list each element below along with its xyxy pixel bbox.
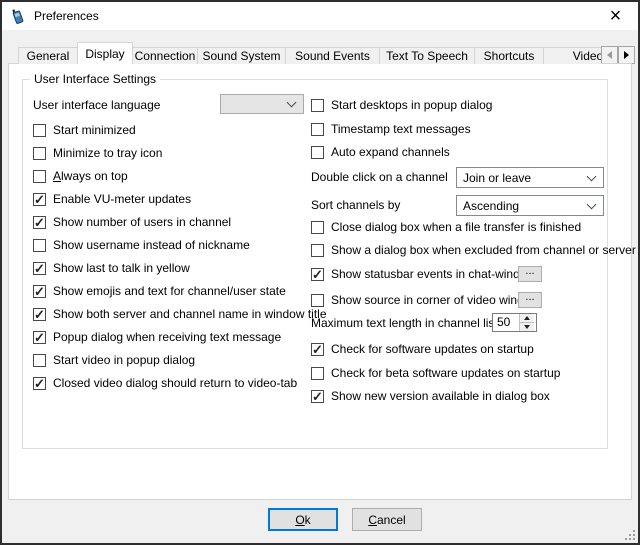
checkbox-closed-video-return[interactable]: Closed video dialog should return to vid… [33,374,297,392]
checkbox-box [311,221,324,234]
tab-bar: General Display Connection Sound System … [18,42,601,64]
checkbox-box [33,285,46,298]
double-click-select[interactable]: Join or leave [456,167,604,188]
checkbox-box [311,294,324,307]
checkbox-start-desktops-popup[interactable]: Start desktops in popup dialog [311,96,492,114]
resize-grip[interactable] [624,529,635,540]
spinner-down-button[interactable] [520,323,534,331]
sort-channels-select[interactable]: Ascending [456,195,604,216]
checkbox-box [33,216,46,229]
group-title: User Interface Settings [30,72,160,86]
checkbox-show-emojis[interactable]: Show emojis and text for channel/user st… [33,282,286,300]
max-text-length-label: Maximum text length in channel list [311,314,498,332]
statusbar-events-browse-button[interactable]: ... [518,266,542,282]
checkbox-show-new-version[interactable]: Show new version available in dialog box [311,387,550,405]
checkbox-show-server-channel-title[interactable]: Show both server and channel name in win… [33,305,327,323]
checkbox-box [33,124,46,137]
tab-connection[interactable]: Connection [132,47,198,64]
checkbox-box [33,193,46,206]
checkbox-popup-dialog-text-message[interactable]: Popup dialog when receiving text message [33,328,281,346]
language-select[interactable] [220,94,304,114]
checkbox-box [311,343,324,356]
checkbox-box [311,123,324,136]
checkbox-box [33,262,46,275]
tab-shortcuts[interactable]: Shortcuts [474,47,544,64]
chevron-down-icon [587,171,597,181]
checkbox-box [33,377,46,390]
spinner-up-button[interactable] [520,314,534,323]
max-text-length-spinner[interactable]: 50 [492,313,537,332]
checkbox-show-dialog-excluded[interactable]: Show a dialog box when excluded from cha… [311,241,636,259]
checkbox-always-on-top[interactable]: Always on top [33,167,128,185]
triangle-right-icon [624,51,629,59]
checkbox-show-last-to-talk[interactable]: Show last to talk in yellow [33,259,190,277]
tab-sound-events[interactable]: Sound Events [285,47,380,64]
chevron-down-icon [287,98,297,108]
checkbox-show-username[interactable]: Show username instead of nickname [33,236,250,254]
checkbox-box [33,147,46,160]
checkbox-show-source-video[interactable]: Show source in corner of video window [311,291,539,309]
close-icon[interactable]: × [593,2,638,30]
tab-scroll-right-button[interactable] [618,46,635,64]
tab-text-to-speech[interactable]: Text To Speech [379,47,475,64]
checkbox-statusbar-events[interactable]: Show statusbar events in chat-window [311,265,535,283]
language-label: User interface language [33,96,160,114]
checkbox-minimize-to-tray[interactable]: Minimize to tray icon [33,144,162,162]
tab-video[interactable]: Video [543,47,601,64]
tab-display[interactable]: Display [77,42,133,64]
checkbox-box [311,367,324,380]
checkbox-check-updates[interactable]: Check for software updates on startup [311,340,534,358]
checkbox-start-video-popup[interactable]: Start video in popup dialog [33,351,195,369]
spinner-value[interactable]: 50 [493,314,519,331]
triangle-down-icon [524,325,530,329]
checkbox-check-beta-updates[interactable]: Check for beta software updates on start… [311,364,560,382]
tab-scroll-left-button[interactable] [601,46,618,64]
checkbox-close-dialog-file-transfer[interactable]: Close dialog box when a file transfer is… [311,218,581,236]
triangle-left-icon [607,51,612,59]
ok-button[interactable]: Ok [268,508,338,531]
tab-sound-system[interactable]: Sound System [197,47,286,64]
checkbox-box [311,99,324,112]
checkbox-auto-expand-channels[interactable]: Auto expand channels [311,143,450,161]
video-source-browse-button[interactable]: ... [518,292,542,308]
checkbox-show-number-of-users[interactable]: Show number of users in channel [33,213,231,231]
checkbox-box [311,146,324,159]
double-click-label: Double click on a channel [311,168,448,186]
sort-channels-label: Sort channels by [311,196,400,214]
chevron-down-icon [587,199,597,209]
preferences-dialog: Preferences × General Display Connection… [0,0,640,545]
cancel-button[interactable]: Cancel [352,508,422,531]
app-icon [10,8,26,24]
triangle-up-icon [524,316,530,320]
tab-general[interactable]: General [18,47,78,64]
checkbox-box [33,331,46,344]
checkbox-box [311,390,324,403]
checkbox-box [33,308,46,321]
checkbox-box [311,268,324,281]
checkbox-timestamp-messages[interactable]: Timestamp text messages [311,120,471,138]
window-title: Preferences [34,9,99,23]
checkbox-start-minimized[interactable]: Start minimized [33,121,136,139]
checkbox-box [33,239,46,252]
checkbox-box [33,354,46,367]
titlebar[interactable]: Preferences [2,2,638,30]
checkbox-enable-vu-meter[interactable]: Enable VU-meter updates [33,190,191,208]
checkbox-box [311,244,324,257]
checkbox-box [33,170,46,183]
